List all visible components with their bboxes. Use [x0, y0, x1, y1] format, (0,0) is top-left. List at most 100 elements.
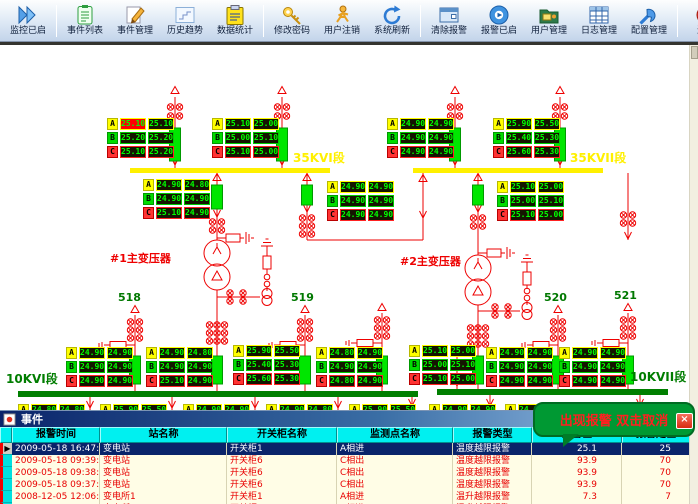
- meter-value: 24.90: [400, 132, 426, 144]
- event-cell-time: 2009-05-18 16:47:13: [12, 443, 100, 455]
- event-row[interactable]: ▶2009-05-18 16:47:13变电站开关柜1A相进温度越限报警25.1…: [0, 443, 690, 455]
- meter-value: 25.30: [534, 146, 560, 158]
- meter-box: A24.8024.90 B24.9024.90 C24.8024.90: [316, 347, 383, 389]
- meter-value: 24.90: [499, 361, 525, 373]
- toolbar-button-data-stats[interactable]: 数据统计: [210, 1, 260, 40]
- event-cell-time: 2009-05-18 09:37:11: [12, 479, 100, 491]
- event-manage-icon: [124, 4, 146, 26]
- toolbar-button-change-password[interactable]: 修改密码: [267, 1, 317, 40]
- toolbar-button-clear-alarm[interactable]: 清除报警: [424, 1, 474, 40]
- meter-value: 24.90: [156, 179, 182, 191]
- toolbar-button-alarm-running[interactable]: 报警已启: [474, 1, 524, 40]
- row-indicator: [0, 467, 12, 479]
- phase-label: B: [327, 195, 338, 207]
- phase-row-C: C24.9024.90: [559, 375, 626, 387]
- breaker-icon[interactable]: [212, 185, 223, 209]
- event-cell-point: C相出: [337, 479, 453, 491]
- transformer-2-label: #2主变压器: [400, 253, 461, 269]
- toolbar-button-user-manage[interactable]: 用户管理: [524, 1, 574, 40]
- toolbar-button-label: 清除报警: [431, 26, 467, 37]
- event-cell-point: C相出: [337, 467, 453, 479]
- phase-row-C: C24.9024.90: [66, 375, 133, 387]
- breaker-icon[interactable]: [300, 356, 311, 384]
- meter-value: 24.90: [499, 347, 525, 359]
- phase-label: A: [497, 181, 508, 193]
- phase-row-C: C25.6025.30: [233, 373, 300, 385]
- breaker-icon[interactable]: [302, 185, 313, 205]
- phase-label: A: [409, 345, 420, 357]
- close-icon[interactable]: ×: [676, 413, 693, 429]
- toolbar-button-label: 修改密码: [274, 26, 310, 37]
- meter-value: 25.10: [159, 375, 185, 387]
- busbar-10kv-2: [437, 389, 668, 395]
- meter-value: 25.10: [450, 359, 476, 371]
- alarm-popup[interactable]: 出现报警 双击取消: [533, 402, 695, 437]
- phase-row-C: C24.8024.90: [316, 375, 383, 387]
- meter-value: 25.10: [538, 195, 564, 207]
- meter-box: A24.9024.90B24.9024.90C24.9024.90: [327, 181, 394, 223]
- meter-value: 25.40: [246, 359, 272, 371]
- meter-value: 24.90: [428, 132, 454, 144]
- event-row[interactable]: 2009-05-18 09:39:00变电站开关柜6C相出温度越限报警93.97…: [0, 455, 690, 467]
- event-row[interactable]: 2009-05-18 09:37:11变电站开关柜6C相出温度越限报警93.97…: [0, 479, 690, 491]
- phase-label: A: [387, 118, 398, 130]
- phase-row-C: C25.1025.00: [409, 373, 476, 385]
- toolbar-button-monitor-running[interactable]: 监控已启: [3, 1, 53, 40]
- toolbar-button-label: 配置管理: [631, 26, 667, 37]
- meter-value: 24.90: [107, 361, 133, 373]
- toolbar-button-history-trend[interactable]: 历史趋势: [160, 1, 210, 40]
- phase-label: A: [316, 347, 327, 359]
- toolbar-button-label: 事件列表: [67, 26, 103, 37]
- breaker-icon[interactable]: [473, 185, 484, 205]
- meter-value: 25.10: [148, 118, 174, 130]
- bus-label-10kv-1: 10KVI段: [6, 370, 58, 387]
- meter-value: 24.90: [527, 375, 553, 387]
- breaker-icon[interactable]: [212, 356, 223, 384]
- phase-label: B: [486, 361, 497, 373]
- header-cell: 报警类型: [453, 427, 532, 443]
- change-password-icon: [281, 4, 303, 26]
- toolbar-button-event-list[interactable]: 事件列表: [60, 1, 110, 40]
- phase-label: B: [66, 361, 77, 373]
- meter-value: 24.90: [400, 118, 426, 130]
- toolbar-button-exit[interactable]: 退出: [681, 1, 698, 40]
- event-row[interactable]: 2008-12-05 12:06:43变电所1开关柜1A相进温升越限报警7.37: [0, 491, 690, 503]
- phase-row-A: A25.1025.10: [107, 118, 174, 130]
- event-row[interactable]: 2009-05-18 09:38:29变电站开关柜6C相出温度越限报警93.97…: [0, 467, 690, 479]
- phase-row-A: A25.1025.00: [212, 118, 279, 130]
- event-cell-time: 2008-12-05 12:06:43: [12, 491, 100, 503]
- phase-row-B: B24.9024.90: [316, 361, 383, 373]
- meter-value: 24.90: [368, 209, 394, 221]
- event-cell-type: 温度越限报警: [453, 479, 532, 491]
- event-cell-station: 变电站: [100, 467, 227, 479]
- data-stats-icon: [224, 4, 246, 26]
- toolbar-divider: [0, 42, 698, 45]
- meter-value: 24.80: [184, 179, 210, 191]
- meter-value: 25.90: [506, 118, 532, 130]
- phase-row-C: C24.9024.90: [327, 209, 394, 221]
- phase-label: C: [327, 209, 338, 221]
- toolbar-button-log-manage[interactable]: 日志管理: [574, 1, 624, 40]
- phase-row-A: A24.9024.90: [559, 347, 626, 359]
- row-indicator: ▶: [0, 443, 12, 455]
- history-trend-icon: [174, 4, 196, 26]
- toolbar-button-event-manage[interactable]: 事件管理: [110, 1, 160, 40]
- phase-label: C: [486, 375, 497, 387]
- scrollbar-thumb[interactable]: [691, 46, 698, 59]
- phase-label: B: [387, 132, 398, 144]
- phase-label: A: [66, 347, 77, 359]
- phase-label: C: [497, 209, 508, 221]
- toolbar-button-config-manage[interactable]: 配置管理: [624, 1, 674, 40]
- phase-row-A: A24.9024.90: [486, 347, 553, 359]
- event-cell-cabinet: 开关柜1: [227, 491, 337, 503]
- phase-row-B: B24.9024.90: [327, 195, 394, 207]
- phase-row-A: A24.8024.90: [316, 347, 383, 359]
- phase-label: B: [559, 361, 570, 373]
- toolbar-button-label: 数据统计: [217, 26, 253, 37]
- phase-row-C: C25.1025.00: [212, 146, 279, 158]
- feeder-label-519: 519: [291, 291, 314, 304]
- phase-row-B: B24.9024.90: [559, 361, 626, 373]
- toolbar-button-system-refresh[interactable]: 系统刷新: [367, 1, 417, 40]
- toolbar-button-user-logout[interactable]: 用户注销: [317, 1, 367, 40]
- event-cell-point: A相进: [337, 491, 453, 503]
